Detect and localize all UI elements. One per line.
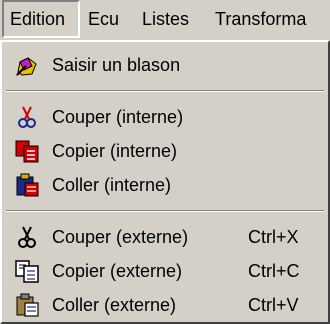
edition-dropdown-menu: Saisir un blason Couper (interne) Copier… — [0, 40, 330, 324]
menu-transformations-label: Transforma — [215, 9, 307, 29]
menu-edition-label: Edition — [10, 9, 66, 29]
menu-separator — [6, 210, 324, 212]
menu-ecu-label: Ecu — [88, 9, 120, 29]
scissors-icon — [14, 104, 40, 130]
shortcut-ctrl-x: Ctrl+X — [248, 227, 299, 247]
menu-item-saisir-blason[interactable]: Saisir un blason — [4, 48, 326, 82]
menu-item-couper-externe-label: Couper (externe) — [52, 227, 189, 247]
menu-item-coller-externe[interactable]: Coller (externe) Ctrl+V — [4, 288, 326, 322]
menu-listes[interactable]: Listes — [142, 0, 189, 38]
menu-item-copier-interne[interactable]: Copier (interne) — [4, 134, 326, 168]
menu-item-couper-interne-label: Couper (interne) — [52, 107, 184, 127]
menu-edition[interactable]: Edition — [2, 0, 80, 38]
menu-transformations[interactable]: Transforma — [215, 0, 306, 38]
scissors-icon — [14, 224, 40, 250]
menu-ecu[interactable]: Ecu — [88, 0, 119, 38]
menu-item-couper-interne[interactable]: Couper (interne) — [4, 100, 326, 134]
menu-item-copier-interne-label: Copier (interne) — [52, 141, 178, 161]
menu-item-coller-externe-label: Coller (externe) — [52, 295, 177, 315]
paste-icon — [14, 172, 40, 198]
copy-icon — [14, 138, 40, 164]
paste-icon — [14, 292, 40, 318]
menu-item-coller-interne-label: Coller (interne) — [52, 175, 172, 195]
menu-listes-label: Listes — [142, 9, 190, 29]
pen-icon — [14, 52, 40, 78]
menu-item-saisir-blason-label: Saisir un blason — [52, 55, 181, 75]
menu-item-coller-interne[interactable]: Coller (interne) — [4, 168, 326, 202]
menu-bar: Edition Ecu Listes Transforma — [0, 0, 330, 41]
menu-item-couper-externe[interactable]: Couper (externe) Ctrl+X — [4, 220, 326, 254]
menu-item-copier-externe[interactable]: Copier (externe) Ctrl+C — [4, 254, 326, 288]
menu-separator — [6, 90, 324, 92]
shortcut-ctrl-v: Ctrl+V — [248, 295, 299, 315]
shortcut-ctrl-c: Ctrl+C — [248, 261, 300, 281]
menu-item-copier-externe-label: Copier (externe) — [52, 261, 183, 281]
copy-icon — [14, 258, 40, 284]
